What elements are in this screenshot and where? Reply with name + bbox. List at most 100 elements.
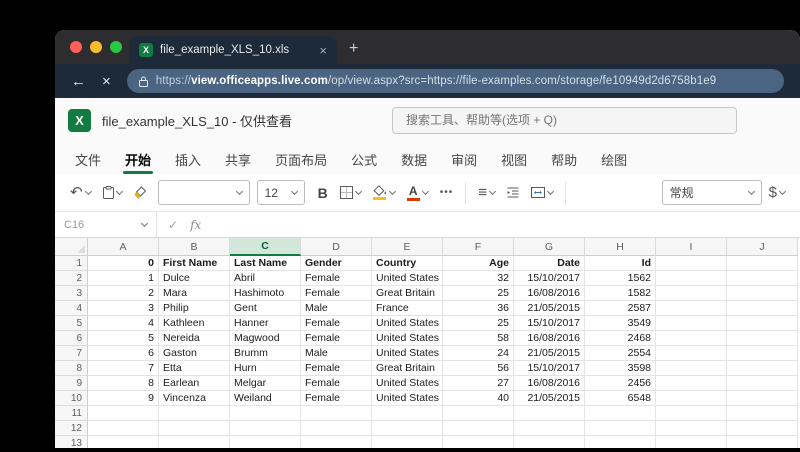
cell-G10[interactable]: 21/05/2015 (514, 391, 585, 406)
enter-check-icon[interactable]: ✓ (168, 218, 178, 232)
cell-I1[interactable] (656, 256, 727, 271)
cell-G7[interactable]: 21/05/2015 (514, 346, 585, 361)
ribbon-tab-绘图[interactable]: 绘图 (589, 142, 639, 174)
column-header-D[interactable]: D (301, 238, 372, 256)
ribbon-tab-共享[interactable]: 共享 (213, 142, 263, 174)
insert-function-icon[interactable]: fx (190, 218, 201, 232)
row-header-4[interactable]: 4 (55, 301, 88, 316)
cell-I12[interactable] (656, 421, 727, 436)
cell-B8[interactable]: Etta (159, 361, 230, 376)
column-header-J[interactable]: J (727, 238, 798, 256)
cell-E10[interactable]: United States (372, 391, 443, 406)
paste-button[interactable] (98, 182, 127, 203)
row-header-2[interactable]: 2 (55, 271, 88, 286)
cell-E7[interactable]: United States (372, 346, 443, 361)
cell-B13[interactable] (159, 436, 230, 448)
cell-G9[interactable]: 16/08/2016 (514, 376, 585, 391)
cell-C1[interactable]: Last Name (230, 256, 301, 271)
close-window-button[interactable] (70, 41, 82, 53)
select-all-corner[interactable] (55, 238, 88, 256)
cell-F7[interactable]: 24 (443, 346, 514, 361)
name-box[interactable]: C16 (55, 212, 157, 237)
cell-G3[interactable]: 16/08/2016 (514, 286, 585, 301)
cell-J7[interactable] (727, 346, 798, 361)
cell-B12[interactable] (159, 421, 230, 436)
cell-D7[interactable]: Male (301, 346, 372, 361)
cell-F4[interactable]: 36 (443, 301, 514, 316)
font-name-select[interactable] (157, 180, 250, 205)
cell-D13[interactable] (301, 436, 372, 448)
stop-button[interactable]: × (102, 74, 111, 89)
ribbon-tab-审阅[interactable]: 审阅 (439, 142, 489, 174)
cell-H10[interactable]: 6548 (585, 391, 656, 406)
cell-H12[interactable] (585, 421, 656, 436)
cell-J2[interactable] (727, 271, 798, 286)
cell-J5[interactable] (727, 316, 798, 331)
undo-button[interactable]: ↶ (65, 181, 96, 204)
cell-G1[interactable]: Date (514, 256, 585, 271)
cell-D12[interactable] (301, 421, 372, 436)
cell-J3[interactable] (727, 286, 798, 301)
zoom-window-button[interactable] (110, 41, 122, 53)
row-header-11[interactable]: 11 (55, 406, 88, 421)
ribbon-tab-公式[interactable]: 公式 (339, 142, 389, 174)
cell-E2[interactable]: United States (372, 271, 443, 286)
column-header-B[interactable]: B (159, 238, 230, 256)
row-header-3[interactable]: 3 (55, 286, 88, 301)
bold-button[interactable]: B (313, 181, 333, 205)
cell-B4[interactable]: Philip (159, 301, 230, 316)
cell-A3[interactable]: 2 (88, 286, 159, 301)
row-header-6[interactable]: 6 (55, 331, 88, 346)
column-header-F[interactable]: F (443, 238, 514, 256)
indent-button[interactable] (502, 183, 524, 202)
cell-C3[interactable]: Hashimoto (230, 286, 301, 301)
cell-I9[interactable] (656, 376, 727, 391)
cell-G12[interactable] (514, 421, 585, 436)
cell-E12[interactable] (372, 421, 443, 436)
cell-J9[interactable] (727, 376, 798, 391)
cell-B5[interactable]: Kathleen (159, 316, 230, 331)
cell-E6[interactable]: United States (372, 331, 443, 346)
cell-E1[interactable]: Country (372, 256, 443, 271)
tab-close-icon[interactable]: × (319, 44, 327, 57)
cell-E9[interactable]: United States (372, 376, 443, 391)
cell-D2[interactable]: Female (301, 271, 372, 286)
ribbon-tab-页面布局[interactable]: 页面布局 (263, 142, 339, 174)
cell-A7[interactable]: 6 (88, 346, 159, 361)
cell-B3[interactable]: Mara (159, 286, 230, 301)
cell-A9[interactable]: 8 (88, 376, 159, 391)
cell-I11[interactable] (656, 406, 727, 421)
cell-I2[interactable] (656, 271, 727, 286)
cell-C5[interactable]: Hanner (230, 316, 301, 331)
cell-I6[interactable] (656, 331, 727, 346)
alignment-button[interactable]: ≡ (473, 181, 500, 204)
cell-D4[interactable]: Male (301, 301, 372, 316)
borders-button[interactable] (335, 182, 366, 203)
cell-C7[interactable]: Brumm (230, 346, 301, 361)
cell-A2[interactable]: 1 (88, 271, 159, 286)
cell-G2[interactable]: 15/10/2017 (514, 271, 585, 286)
cell-J12[interactable] (727, 421, 798, 436)
row-header-13[interactable]: 13 (55, 436, 88, 448)
url-field[interactable]: https://view.officeapps.live.com/op/view… (126, 69, 784, 93)
cell-E13[interactable] (372, 436, 443, 448)
cell-H11[interactable] (585, 406, 656, 421)
cell-C2[interactable]: Abril (230, 271, 301, 286)
cell-H4[interactable]: 2587 (585, 301, 656, 316)
row-header-9[interactable]: 9 (55, 376, 88, 391)
cell-A10[interactable]: 9 (88, 391, 159, 406)
cell-G4[interactable]: 21/05/2015 (514, 301, 585, 316)
cell-E8[interactable]: Great Britain (372, 361, 443, 376)
ribbon-tab-开始[interactable]: 开始 (113, 142, 163, 174)
cell-D10[interactable]: Female (301, 391, 372, 406)
cell-G5[interactable]: 15/10/2017 (514, 316, 585, 331)
cell-I4[interactable] (656, 301, 727, 316)
cell-I5[interactable] (656, 316, 727, 331)
cell-C4[interactable]: Gent (230, 301, 301, 316)
ribbon-tab-插入[interactable]: 插入 (163, 142, 213, 174)
cell-A4[interactable]: 3 (88, 301, 159, 316)
cell-B7[interactable]: Gaston (159, 346, 230, 361)
cell-B11[interactable] (159, 406, 230, 421)
row-header-12[interactable]: 12 (55, 421, 88, 436)
cell-I10[interactable] (656, 391, 727, 406)
